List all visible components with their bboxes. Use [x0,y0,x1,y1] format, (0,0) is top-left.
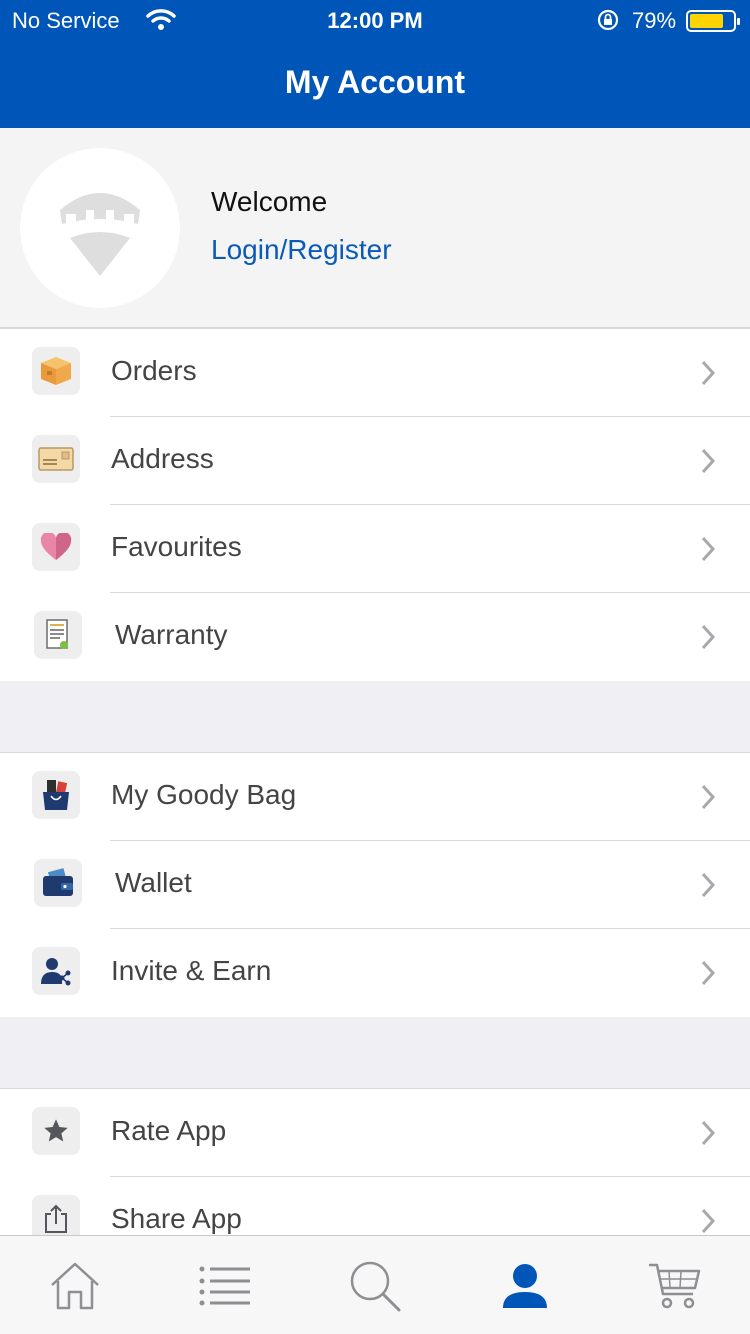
tab-search[interactable] [300,1236,450,1334]
tab-account[interactable] [450,1236,600,1334]
list-icon [199,1266,250,1305]
tab-bar [0,1235,750,1334]
chevron-right-icon [698,959,718,992]
chevron-right-icon [698,1119,718,1152]
menu-group-rewards: My Goody Bag Wallet Invite & Earn [0,752,750,1018]
search-icon [350,1261,401,1311]
menu-item-invite-earn[interactable]: Invite & Earn [0,929,750,1017]
chevron-right-icon [698,783,718,816]
menu-group-account: Orders Address Favourites Warranty [0,328,750,682]
menu-label: Rate App [111,1115,227,1146]
section-spacer [0,681,750,752]
section-spacer [0,1017,750,1088]
user-share-icon [32,947,80,995]
menu-item-goody-bag[interactable]: My Goody Bag [0,753,750,841]
tab-cart[interactable] [600,1236,750,1334]
wallet-icon [34,859,82,907]
profile-section: Welcome Login/Register [0,128,750,328]
battery-percent: 79% [632,8,677,33]
page-title: My Account [284,64,466,100]
menu-item-address[interactable]: Address [0,417,750,505]
menu-item-favourites[interactable]: Favourites [0,505,750,593]
account-icon [503,1263,547,1308]
chevron-right-icon [698,535,718,568]
tab-categories[interactable] [150,1236,300,1334]
menu-item-orders[interactable]: Orders [0,329,750,417]
menu-item-wallet[interactable]: Wallet [0,841,750,929]
welcome-text: Welcome [211,186,328,217]
box-icon [32,347,80,395]
chevron-right-icon [698,359,718,392]
cart-icon [649,1263,701,1308]
login-register-link[interactable]: Login/Register [211,234,392,266]
battery-fill [690,14,724,28]
menu-label: Favourites [111,531,242,562]
envelope-icon [32,435,80,483]
menu-item-warranty[interactable]: Warranty [0,593,750,681]
document-icon [34,611,82,659]
menu-label: My Goody Bag [111,779,297,810]
star-icon [32,1107,80,1155]
home-icon [51,1262,99,1309]
heart-icon [32,523,80,571]
menu-label: Warranty [115,619,228,650]
menu-label: Orders [111,355,197,386]
menu-label: Share App [111,1203,242,1234]
store-pin-icon [60,193,140,276]
bag-icon [32,771,80,819]
chevron-right-icon [698,623,718,656]
tab-home[interactable] [0,1236,150,1334]
menu-label: Wallet [115,867,192,898]
chevron-right-icon [698,447,718,480]
menu-label: Address [111,443,214,474]
menu-label: Invite & Earn [111,955,272,986]
orientation-lock-icon [596,8,620,38]
avatar[interactable] [20,148,180,308]
menu-item-rate-app[interactable]: Rate App [0,1089,750,1177]
chevron-right-icon [698,871,718,904]
status-bar: No Service 12:00 PM 79% [0,0,750,40]
battery-icon [686,10,740,32]
